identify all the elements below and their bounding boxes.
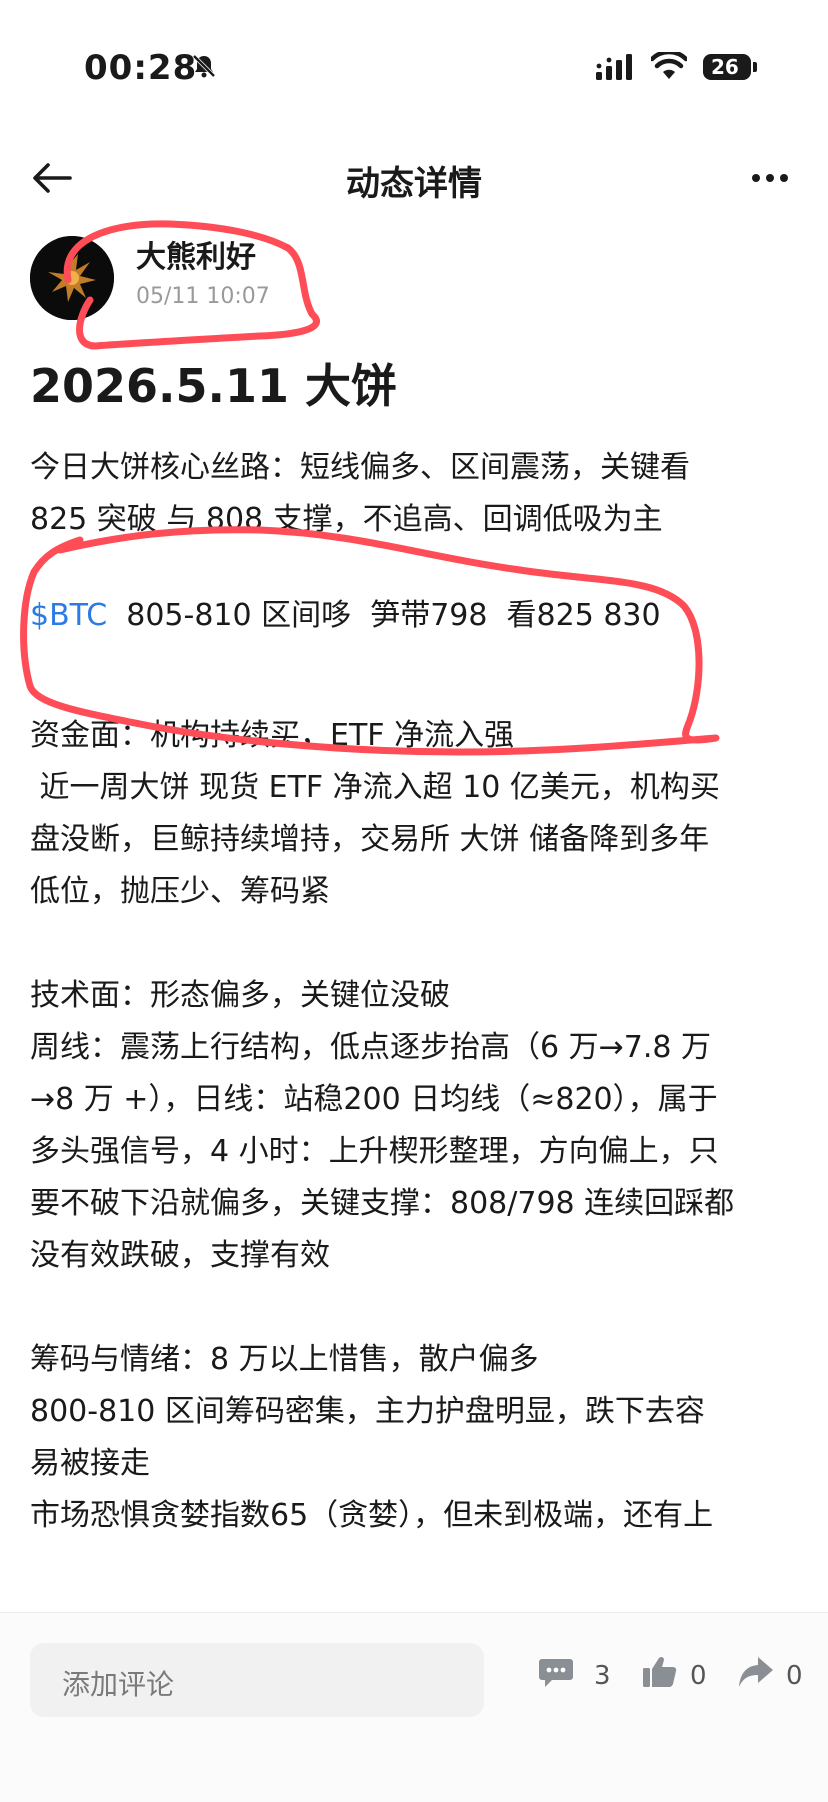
- avatar[interactable]: [30, 236, 114, 320]
- chips-line: 市场恐惧贪婪指数65（贪婪），但未到极端，还有上: [30, 1498, 714, 1533]
- battery-level: 26: [711, 55, 739, 79]
- like-count: 0: [690, 1661, 707, 1691]
- bottom-action-bar: 添加评论 3 0 0: [0, 1612, 828, 1802]
- intro-line: 825 突破 与 808 支撑，不追高、回调低吸为主: [30, 502, 663, 537]
- more-dots-icon[interactable]: [745, 156, 795, 200]
- bell-off-icon: [190, 52, 218, 80]
- chips-line: 800-810 区间筹码密集，主力护盘明显，跌下去容: [30, 1394, 705, 1429]
- battery-icon: 26: [703, 54, 757, 80]
- funds-line: 低位，抛压少、筹码紧: [30, 874, 330, 909]
- post-title: 2026.5.11 大饼: [30, 359, 398, 413]
- post-body: 今日大饼核心丝路：短线偏多、区间震荡，关键看 825 突破 与 808 支撑，不…: [30, 442, 800, 1542]
- tech-line: →8 万 +），日线：站稳200 日均线（≈820），属于: [30, 1082, 718, 1117]
- status-time: 00:28: [84, 48, 198, 88]
- post-timestamp: 05/11 10:07: [136, 284, 270, 309]
- share-icon: [739, 1657, 773, 1687]
- comment-input[interactable]: 添加评论: [30, 1643, 484, 1717]
- author-name[interactable]: 大熊利好: [136, 232, 256, 276]
- ticker-line: $BTC 805-810 区间哆 笋带798 看825 830: [30, 590, 800, 642]
- btc-ticker-link[interactable]: $BTC: [30, 598, 107, 633]
- ticker-text: 805-810 区间哆 笋带798 看825 830: [107, 598, 661, 633]
- funds-heading: 资金面：机构持续买，ETF 净流入强: [30, 718, 515, 753]
- share-count: 0: [786, 1661, 803, 1691]
- author-row: 大熊利好 05/11 10:07: [30, 228, 790, 338]
- tech-line: 多头强信号，4 小时：上升楔形整理，方向偏上，只: [30, 1134, 719, 1169]
- comment-icon: [539, 1659, 573, 1687]
- page-title: 动态详情: [346, 164, 482, 204]
- tech-line: 没有效跌破，支撑有效: [30, 1238, 330, 1273]
- status-bar: 00:28 26: [0, 0, 828, 130]
- funds-line: 盘没断，巨鲸持续增持，交易所 大饼 储备降到多年: [30, 822, 710, 857]
- chips-line: 易被接走: [30, 1446, 150, 1481]
- comment-count: 3: [594, 1661, 611, 1691]
- intro-line: 今日大饼核心丝路：短线偏多、区间震荡，关键看: [30, 450, 690, 485]
- chips-heading: 筹码与情绪：8 万以上惜售，散户偏多: [30, 1342, 539, 1377]
- comment-placeholder: 添加评论: [62, 1668, 175, 1701]
- signal-icon: [596, 54, 634, 84]
- tech-line: 要不破下沿就偏多，关键支撑：808/798 连续回踩都: [30, 1186, 735, 1221]
- thumbs-up-icon: [643, 1656, 677, 1687]
- tech-line: 周线：震荡上行结构，低点逐步抬高（6 万→7.8 万: [30, 1030, 712, 1065]
- funds-line: 近一周大饼 现货 ETF 净流入超 10 亿美元，机构买: [30, 770, 720, 805]
- nav-bar: 动态详情: [0, 130, 828, 230]
- wifi-icon: [649, 49, 689, 84]
- tech-heading: 技术面：形态偏多，关键位没破: [30, 978, 450, 1013]
